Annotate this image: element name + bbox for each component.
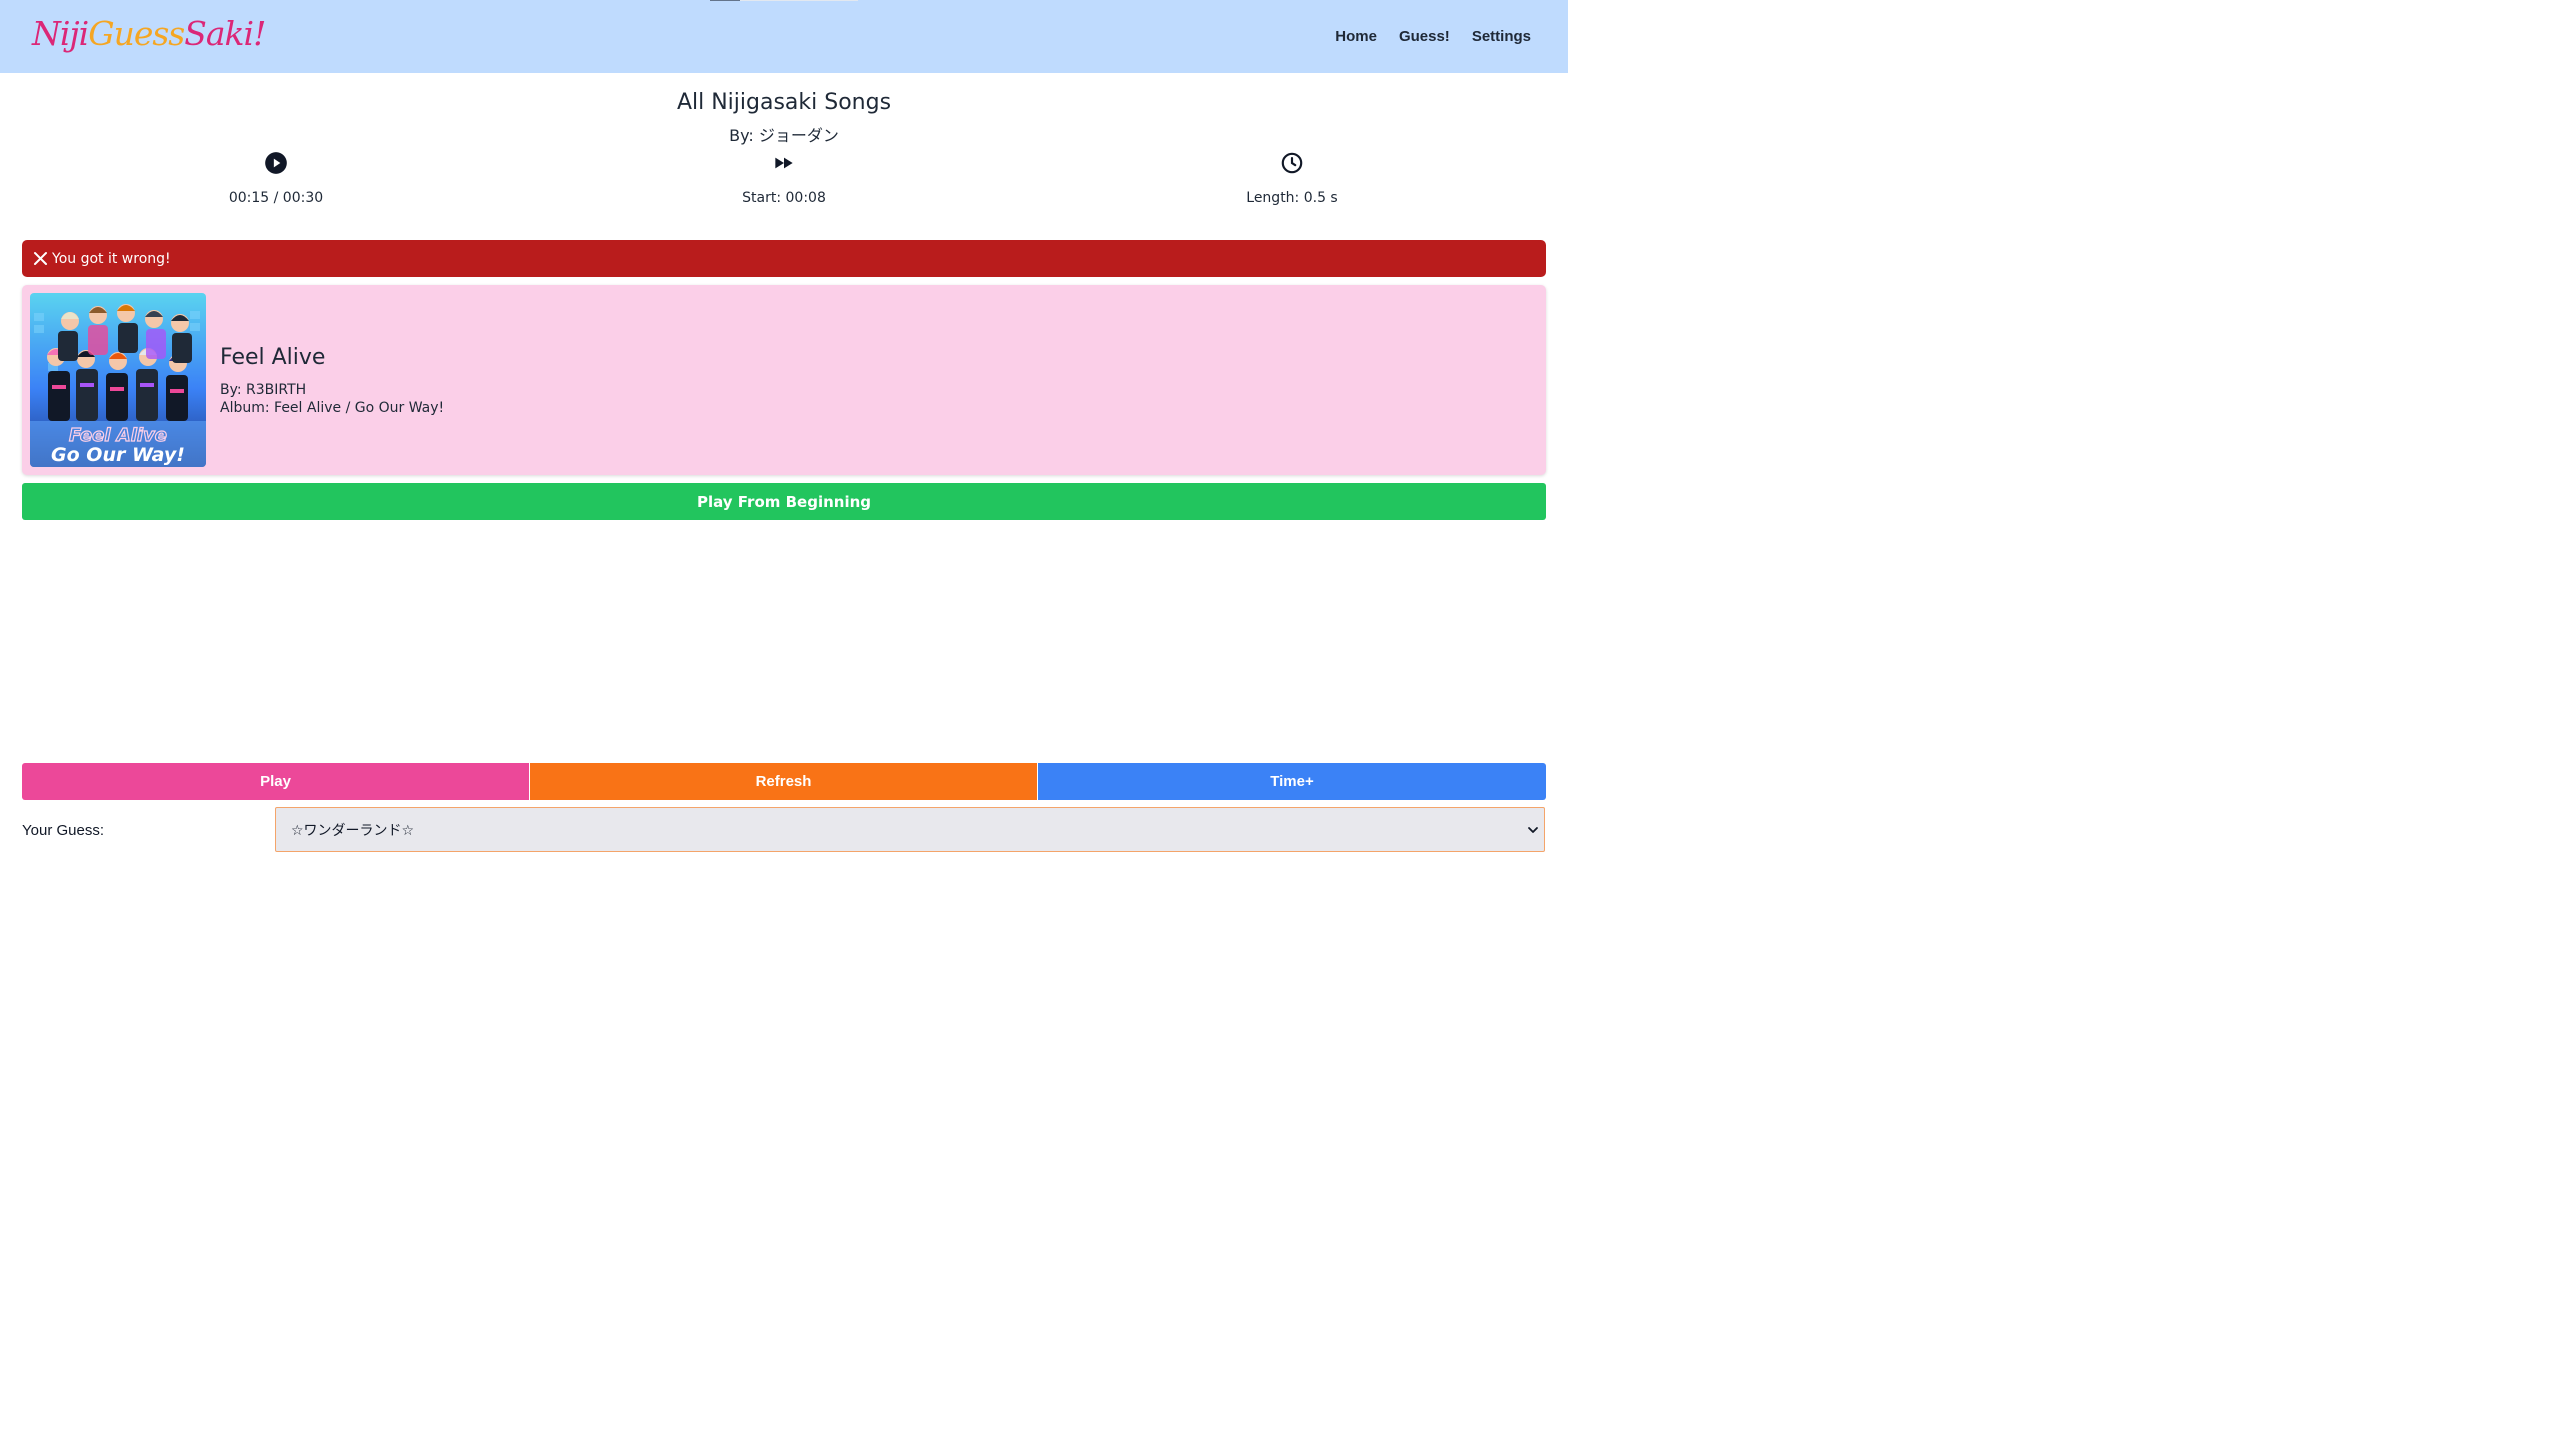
quiz-title: All Nijigasaki Songs <box>676 90 892 115</box>
clip-length-stat: Length: 0.5 s <box>1038 150 1546 206</box>
top-navbar: NijiGuessSaki! Home Guess! Settings <box>0 0 1568 73</box>
clock-icon[interactable] <box>1279 150 1305 176</box>
album-cover: Feel Alive Go Our Way! <box>30 293 206 467</box>
clip-length: Length: 0.5 s <box>1246 190 1338 206</box>
chevron-down-icon <box>1528 827 1538 833</box>
playback-time: 00:15 / 00:30 <box>228 190 324 206</box>
song-title: Feel Alive <box>220 345 326 370</box>
playback-time-stat: 00:15 / 00:30 <box>22 150 530 206</box>
guess-label: Your Guess: <box>22 822 104 839</box>
result-message: You got it wrong! <box>52 250 171 267</box>
page-indicator <box>710 0 740 1</box>
site-logo[interactable]: NijiGuessSaki! <box>32 12 266 56</box>
play-circle-icon[interactable] <box>263 150 289 176</box>
quiz-author: By: ジョーダン <box>729 126 839 145</box>
result-alert: You got it wrong! <box>22 240 1546 277</box>
page-indicator-track <box>740 0 858 1</box>
cover-text-2: Go Our Way! <box>51 444 185 466</box>
logo-part-guess: Guess <box>88 14 185 53</box>
logo-part-saki: Saki! <box>184 14 266 53</box>
logo-part-niji: Niji <box>32 14 89 53</box>
nav-guess-link[interactable]: Guess! <box>1399 28 1450 45</box>
start-time-stat: Start: 00:08 <box>530 150 1038 206</box>
main-nav: Home Guess! Settings <box>1335 28 1531 45</box>
play-button[interactable]: Play <box>22 763 529 800</box>
nav-settings-link[interactable]: Settings <box>1472 28 1531 45</box>
start-time: Start: 00:08 <box>742 190 826 206</box>
time-plus-button[interactable]: Time+ <box>1038 763 1546 800</box>
guess-selected-value: ☆ワンダーランド☆ <box>291 822 415 839</box>
guess-select[interactable]: ☆ワンダーランド☆ <box>275 807 1545 852</box>
refresh-button[interactable]: Refresh <box>530 763 1037 800</box>
song-card: Feel Alive Go Our Way! Feel Alive By: R3… <box>22 285 1546 475</box>
song-artist: By: R3BIRTH <box>220 382 307 398</box>
fast-forward-icon[interactable] <box>771 150 797 176</box>
play-from-beginning-button[interactable]: Play From Beginning <box>22 483 1546 520</box>
cover-text-1: Feel Alive <box>69 425 167 446</box>
nav-home-link[interactable]: Home <box>1335 28 1377 45</box>
close-x-icon <box>33 251 48 266</box>
song-album: Album: Feel Alive / Go Our Way! <box>220 400 445 416</box>
